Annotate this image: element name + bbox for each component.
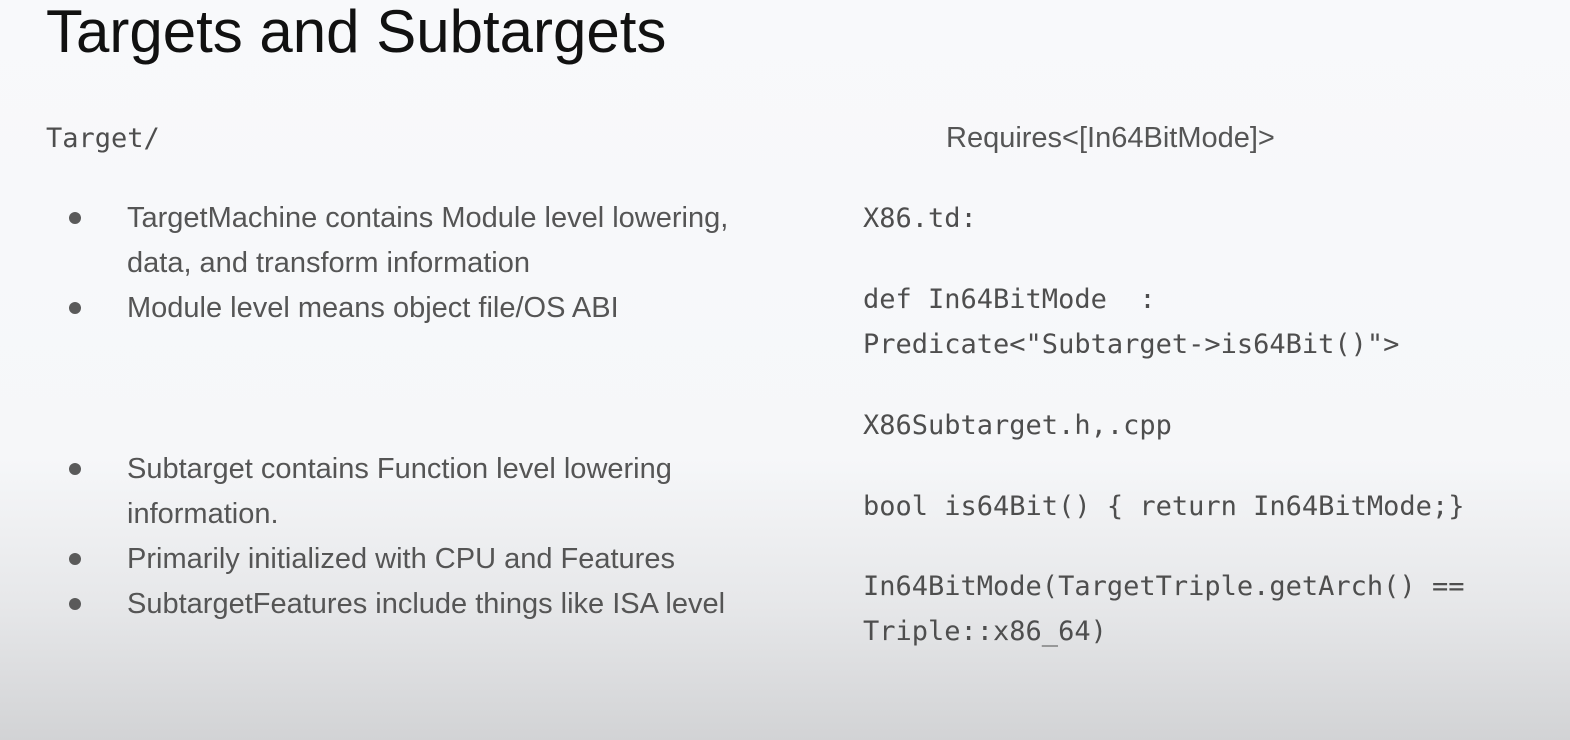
- list-item-text: Subtarget contains Function level loweri…: [127, 453, 672, 530]
- bullet-dot-icon: [69, 553, 81, 565]
- list-item-text: TargetMachine contains Module level lowe…: [127, 202, 729, 279]
- list-item-text: Primarily initialized with CPU and Featu…: [127, 543, 675, 575]
- list-item-text: Module level means object file/OS ABI: [127, 292, 619, 324]
- code-block-def: def In64BitMode : Predicate<"Subtarget->…: [863, 284, 1400, 360]
- bullet-list: TargetMachine contains Module level lowe…: [0, 0, 780, 740]
- code-block-file-cpp: X86Subtarget.h,.cpp: [863, 410, 1172, 441]
- bullet-dot-icon: [69, 598, 81, 610]
- list-item: Primarily initialized with CPU and Featu…: [64, 537, 754, 582]
- list-item: Subtarget contains Function level loweri…: [64, 447, 754, 537]
- list-item-text: SubtargetFeatures include things like IS…: [127, 588, 726, 620]
- code-block-file-td: X86.td:: [863, 203, 977, 234]
- bullet-dot-icon: [69, 212, 81, 224]
- list-item: Module level means object file/OS ABI: [64, 286, 754, 331]
- bullet-dot-icon: [69, 302, 81, 314]
- bullet-dot-icon: [69, 463, 81, 475]
- list-item: SubtargetFeatures include things like IS…: [64, 582, 754, 627]
- requires-text: Requires<[In64BitMode]>: [946, 122, 1275, 154]
- code-block-is64bit: bool is64Bit() { return In64BitMode;}: [863, 491, 1465, 522]
- code-block-init: In64BitMode(TargetTriple.getArch() == Tr…: [863, 571, 1465, 647]
- list-item: TargetMachine contains Module level lowe…: [64, 196, 754, 286]
